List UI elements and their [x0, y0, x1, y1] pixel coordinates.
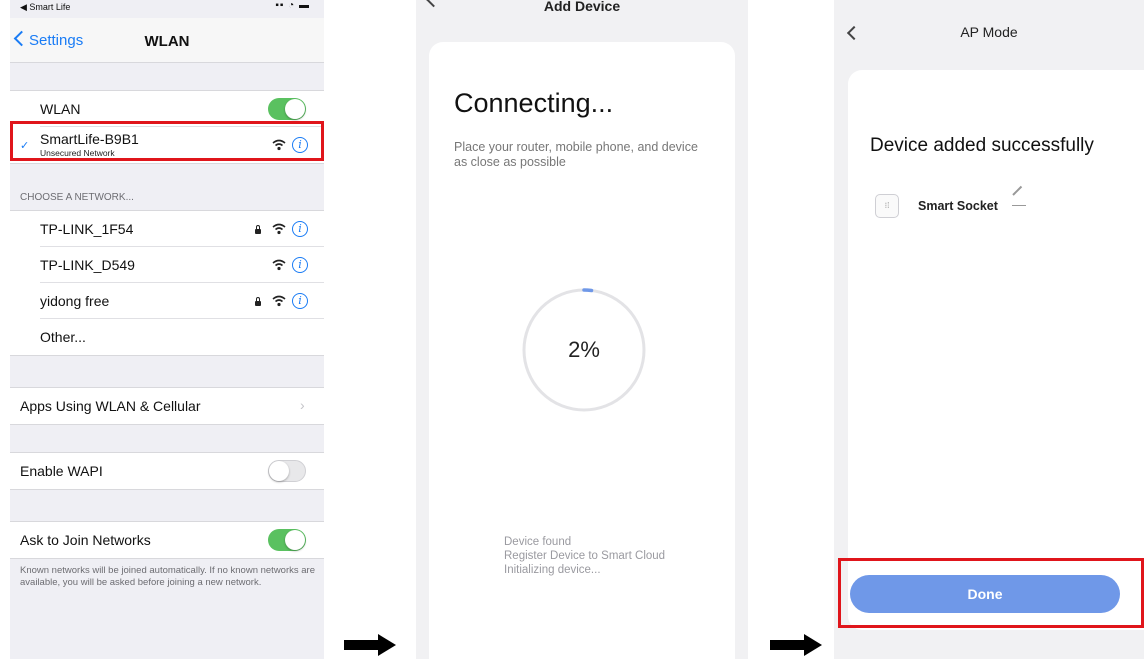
network-row[interactable]: TP-LINK_1F54 i — [10, 211, 324, 247]
add-device-screen: Add Device Connecting... Place your rout… — [416, 0, 748, 659]
highlight-box-network — [10, 121, 324, 161]
apps-using-wlan-row[interactable]: Apps Using WLAN & Cellular › — [10, 387, 324, 425]
apps-label: Apps Using WLAN & Cellular — [20, 398, 201, 414]
wlan-settings-screen: ◀ Smart Life ▪▪ ◔ ▬ Settings WLAN WLAN ✓… — [10, 0, 324, 659]
network-row[interactable]: TP-LINK_D549 i — [10, 247, 324, 283]
network-name: yidong free — [40, 293, 110, 309]
wapi-label: Enable WAPI — [20, 463, 103, 479]
status-bar-indicators: ▪▪ ◔ ▬ — [275, 0, 310, 11]
info-icon[interactable]: i — [292, 257, 308, 273]
progress-percent: 2% — [568, 337, 600, 362]
page-title: AP Mode — [960, 24, 1018, 40]
choose-network-header: CHOOSE A NETWORK... — [20, 192, 134, 203]
other-network-row[interactable]: Other... — [10, 319, 324, 355]
step-item: Initializing device... — [504, 564, 601, 576]
other-label: Other... — [40, 329, 86, 345]
navigation-bar: Settings WLAN — [10, 18, 324, 63]
wlan-label: WLAN — [40, 101, 81, 117]
lock-icon — [255, 297, 261, 306]
page-title: WLAN — [144, 33, 190, 50]
arrow-right-icon — [344, 634, 396, 656]
ask-label: Ask to Join Networks — [20, 532, 151, 548]
connecting-subtitle: Place your router, mobile phone, and dev… — [454, 140, 698, 169]
status-back-app[interactable]: ◀ Smart Life — [20, 2, 70, 13]
ask-footnote: Known networks will be joined automatica… — [20, 565, 315, 588]
lock-icon — [255, 225, 261, 234]
page-title: Add Device — [543, 0, 621, 14]
info-icon[interactable]: i — [292, 293, 308, 309]
socket-icon: ⁝⁞ — [875, 194, 899, 218]
success-heading: Device added successfully — [870, 135, 1094, 156]
info-icon[interactable]: i — [292, 221, 308, 237]
step-item: Register Device to Smart Cloud — [504, 550, 666, 562]
wifi-icon — [272, 295, 286, 307]
device-name: Smart Socket — [918, 199, 998, 213]
wapi-toggle[interactable] — [268, 460, 306, 482]
highlight-box-done — [838, 558, 1144, 628]
network-row[interactable]: yidong free i — [10, 283, 324, 319]
connecting-heading: Connecting... — [454, 88, 614, 118]
step-item: Device found — [504, 536, 572, 548]
wifi-icon — [272, 223, 286, 235]
status-steps: Device found Register Device to Smart Cl… — [504, 535, 665, 577]
ap-mode-screen: AP Mode Device added successfully ⁝⁞ Sma… — [834, 0, 1144, 659]
network-name: TP-LINK_1F54 — [40, 221, 134, 237]
networks-group: TP-LINK_1F54 i TP-LINK_D549 i yidong fre… — [10, 210, 324, 356]
ask-to-join-row: Ask to Join Networks — [10, 521, 324, 559]
chevron-right-icon: › — [300, 397, 305, 413]
ask-toggle[interactable] — [268, 529, 306, 551]
wlan-toggle[interactable] — [268, 98, 306, 120]
enable-wapi-row: Enable WAPI — [10, 452, 324, 490]
wifi-icon — [272, 259, 286, 271]
edit-pencil-base — [1012, 205, 1026, 206]
arrow-right-icon — [770, 634, 822, 656]
network-name: TP-LINK_D549 — [40, 257, 135, 273]
